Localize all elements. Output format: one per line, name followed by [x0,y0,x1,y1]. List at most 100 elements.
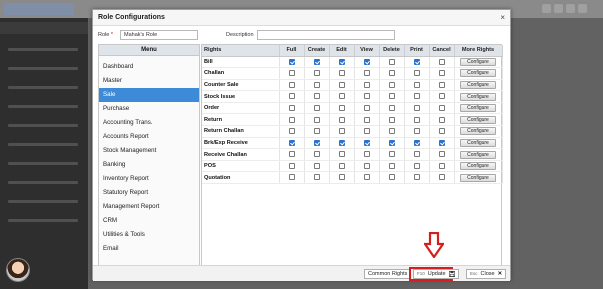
common-rights-button[interactable]: Common Rights [364,269,412,279]
print-checkbox[interactable] [413,93,420,100]
cancel-checkbox[interactable] [438,70,445,77]
full-checkbox[interactable] [288,81,295,88]
view-checkbox[interactable] [363,104,370,111]
edit-checkbox[interactable] [338,104,345,111]
cancel-checkbox[interactable] [438,58,445,65]
menu-item-master[interactable]: Master [99,74,199,88]
view-checkbox[interactable] [363,174,370,181]
edit-checkbox[interactable] [338,116,345,123]
create-checkbox[interactable] [313,162,320,169]
close-icon[interactable]: × [500,13,505,22]
create-checkbox[interactable] [313,139,320,146]
delete-checkbox[interactable] [388,70,395,77]
delete-checkbox[interactable] [388,174,395,181]
menu-item-dashboard[interactable]: Dashboard [99,60,199,74]
view-checkbox[interactable] [363,139,370,146]
configure-button[interactable]: Configure [460,173,496,182]
menu-item-accounting-trans[interactable]: Accounting Trans. [99,116,199,130]
cancel-checkbox[interactable] [438,162,445,169]
print-checkbox[interactable] [413,128,420,135]
edit-checkbox[interactable] [338,93,345,100]
view-checkbox[interactable] [363,162,370,169]
delete-checkbox[interactable] [388,58,395,65]
delete-checkbox[interactable] [388,104,395,111]
delete-checkbox[interactable] [388,162,395,169]
cancel-checkbox[interactable] [438,174,445,181]
create-checkbox[interactable] [313,174,320,181]
create-checkbox[interactable] [313,104,320,111]
configure-button[interactable]: Configure [460,138,496,147]
menu-item-management-report[interactable]: Management Report [99,200,199,214]
edit-checkbox[interactable] [338,128,345,135]
view-checkbox[interactable] [363,128,370,135]
print-checkbox[interactable] [413,139,420,146]
view-checkbox[interactable] [363,58,370,65]
create-checkbox[interactable] [313,116,320,123]
create-checkbox[interactable] [313,81,320,88]
full-checkbox[interactable] [288,70,295,77]
edit-checkbox[interactable] [338,151,345,158]
menu-item-email[interactable]: Email [99,242,199,256]
menu-item-accounts-report[interactable]: Accounts Report [99,130,199,144]
full-checkbox[interactable] [288,104,295,111]
delete-checkbox[interactable] [388,151,395,158]
create-checkbox[interactable] [313,128,320,135]
role-input[interactable] [120,30,198,40]
edit-checkbox[interactable] [338,162,345,169]
print-checkbox[interactable] [413,162,420,169]
menu-item-stock-management[interactable]: Stock Management [99,144,199,158]
configure-button[interactable]: Configure [460,69,496,78]
edit-checkbox[interactable] [338,70,345,77]
update-button[interactable]: F10 Update [413,269,460,279]
print-checkbox[interactable] [413,104,420,111]
configure-button[interactable]: Configure [460,80,496,89]
menu-item-crm[interactable]: CRM [99,214,199,228]
close-button[interactable]: Esc Close ✕ [466,269,507,279]
view-checkbox[interactable] [363,116,370,123]
delete-checkbox[interactable] [388,128,395,135]
cancel-checkbox[interactable] [438,139,445,146]
full-checkbox[interactable] [288,116,295,123]
menu-item-sale[interactable]: Sale [99,88,199,102]
delete-checkbox[interactable] [388,81,395,88]
full-checkbox[interactable] [288,58,295,65]
print-checkbox[interactable] [413,58,420,65]
edit-checkbox[interactable] [338,139,345,146]
cancel-checkbox[interactable] [438,151,445,158]
cancel-checkbox[interactable] [438,104,445,111]
menu-item-utilities-tools[interactable]: Utilities & Tools [99,228,199,242]
view-checkbox[interactable] [363,93,370,100]
configure-button[interactable]: Configure [460,57,496,66]
configure-button[interactable]: Configure [460,162,496,171]
description-input[interactable] [257,30,395,40]
edit-checkbox[interactable] [338,81,345,88]
configure-button[interactable]: Configure [460,104,496,113]
print-checkbox[interactable] [413,174,420,181]
configure-button[interactable]: Configure [460,127,496,136]
delete-checkbox[interactable] [388,93,395,100]
delete-checkbox[interactable] [388,116,395,123]
view-checkbox[interactable] [363,70,370,77]
cancel-checkbox[interactable] [438,93,445,100]
menu-item-purchase[interactable]: Purchase [99,102,199,116]
full-checkbox[interactable] [288,93,295,100]
menu-item-banking[interactable]: Banking [99,158,199,172]
full-checkbox[interactable] [288,162,295,169]
view-checkbox[interactable] [363,151,370,158]
print-checkbox[interactable] [413,81,420,88]
print-checkbox[interactable] [413,70,420,77]
full-checkbox[interactable] [288,151,295,158]
configure-button[interactable]: Configure [460,115,496,124]
cancel-checkbox[interactable] [438,116,445,123]
cancel-checkbox[interactable] [438,81,445,88]
full-checkbox[interactable] [288,174,295,181]
edit-checkbox[interactable] [338,58,345,65]
delete-checkbox[interactable] [388,139,395,146]
create-checkbox[interactable] [313,58,320,65]
full-checkbox[interactable] [288,128,295,135]
configure-button[interactable]: Configure [460,150,496,159]
full-checkbox[interactable] [288,139,295,146]
print-checkbox[interactable] [413,116,420,123]
view-checkbox[interactable] [363,81,370,88]
menu-item-inventory-report[interactable]: Inventory Report [99,172,199,186]
